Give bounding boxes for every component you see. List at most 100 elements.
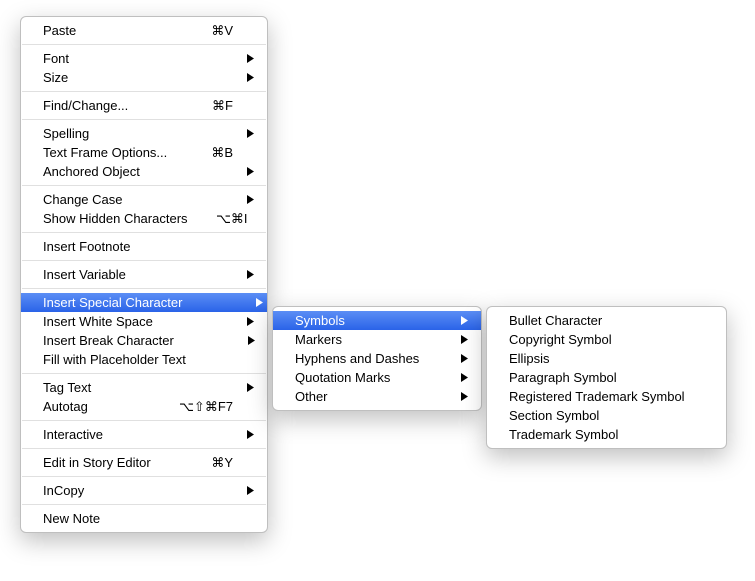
menu-item-paste[interactable]: Paste ⌘V — [21, 21, 267, 40]
submenu-insert-special-character: Symbols Markers Hyphens and Dashes Quota… — [272, 306, 482, 411]
menu-item-interactive[interactable]: Interactive — [21, 425, 267, 444]
menu-item-bullet-character[interactable]: Bullet Character — [487, 311, 726, 330]
submenu-arrow-icon — [256, 298, 263, 307]
menu-item-shortcut: ⌥⌘I — [208, 211, 248, 227]
menu-item-label: Show Hidden Characters — [43, 211, 188, 226]
menu-item-label: Symbols — [295, 313, 447, 328]
submenu-arrow-icon — [247, 195, 257, 204]
menu-item-anchored-object[interactable]: Anchored Object — [21, 162, 267, 181]
separator — [22, 476, 266, 477]
menu-item-insert-break-character[interactable]: Insert Break Character — [21, 331, 267, 350]
menu-item-label: Size — [43, 70, 173, 85]
menu-item-shortcut: ⌘F — [193, 98, 233, 114]
submenu-arrow-icon — [247, 54, 257, 63]
submenu-arrow-icon — [247, 73, 257, 82]
menu-item-label: Interactive — [43, 427, 173, 442]
menu-item-label: Bullet Character — [509, 313, 716, 328]
menu-item-label: Paragraph Symbol — [509, 370, 716, 385]
separator — [22, 260, 266, 261]
menu-item-label: Find/Change... — [43, 98, 173, 113]
separator — [22, 232, 266, 233]
menu-item-label: Insert Break Character — [43, 333, 174, 348]
menu-item-edit-in-story-editor[interactable]: Edit in Story Editor ⌘Y — [21, 453, 267, 472]
menu-item-insert-white-space[interactable]: Insert White Space — [21, 312, 267, 331]
submenu-arrow-icon — [247, 270, 257, 279]
menu-item-hyphens-dashes[interactable]: Hyphens and Dashes — [273, 349, 481, 368]
separator — [22, 373, 266, 374]
menu-item-autotag[interactable]: Autotag ⌥⇧⌘F7 — [21, 397, 267, 416]
menu-item-new-note[interactable]: New Note — [21, 509, 267, 528]
menu-item-label: Font — [43, 51, 173, 66]
menu-item-label: Fill with Placeholder Text — [43, 352, 186, 367]
menu-item-shortcut: ⌥⇧⌘F7 — [179, 399, 233, 415]
menu-item-label: Other — [295, 389, 447, 404]
menu-item-label: Change Case — [43, 192, 173, 207]
separator — [22, 119, 266, 120]
menu-item-label: Paste — [43, 23, 173, 38]
menu-item-section-symbol[interactable]: Section Symbol — [487, 406, 726, 425]
menu-item-label: Text Frame Options... — [43, 145, 173, 160]
submenu-arrow-icon — [461, 335, 471, 344]
menu-item-label: Copyright Symbol — [509, 332, 716, 347]
menu-item-label: Quotation Marks — [295, 370, 447, 385]
separator — [22, 91, 266, 92]
menu-item-copyright-symbol[interactable]: Copyright Symbol — [487, 330, 726, 349]
menu-item-text-frame-options[interactable]: Text Frame Options... ⌘B — [21, 143, 267, 162]
menu-item-label: Registered Trademark Symbol — [509, 389, 716, 404]
menu-item-label: Insert White Space — [43, 314, 173, 329]
menu-item-trademark-symbol[interactable]: Trademark Symbol — [487, 425, 726, 444]
menu-item-incopy[interactable]: InCopy — [21, 481, 267, 500]
menu-item-label: Markers — [295, 332, 447, 347]
submenu-arrow-icon — [461, 316, 471, 325]
submenu-arrow-icon — [461, 354, 471, 363]
menu-item-spelling[interactable]: Spelling — [21, 124, 267, 143]
menu-item-show-hidden-characters[interactable]: Show Hidden Characters ⌥⌘I — [21, 209, 267, 228]
submenu-arrow-icon — [247, 129, 257, 138]
menu-item-label: InCopy — [43, 483, 173, 498]
menu-item-label: Tag Text — [43, 380, 173, 395]
submenu-arrow-icon — [247, 486, 257, 495]
menu-item-registered-trademark-symbol[interactable]: Registered Trademark Symbol — [487, 387, 726, 406]
submenu-arrow-icon — [247, 430, 257, 439]
menu-item-shortcut: ⌘V — [193, 23, 233, 39]
submenu-arrow-icon — [461, 392, 471, 401]
separator — [22, 448, 266, 449]
separator — [22, 44, 266, 45]
menu-item-label: New Note — [43, 511, 173, 526]
menu-item-ellipsis[interactable]: Ellipsis — [487, 349, 726, 368]
menu-item-shortcut: ⌘B — [193, 145, 233, 161]
menu-item-label: Trademark Symbol — [509, 427, 716, 442]
separator — [22, 185, 266, 186]
menu-item-label: Edit in Story Editor — [43, 455, 173, 470]
menu-item-fill-placeholder[interactable]: Fill with Placeholder Text — [21, 350, 267, 369]
menu-item-symbols[interactable]: Symbols — [273, 311, 481, 330]
menu-item-label: Autotag — [43, 399, 159, 414]
menu-item-label: Hyphens and Dashes — [295, 351, 447, 366]
menu-item-find-change[interactable]: Find/Change... ⌘F — [21, 96, 267, 115]
menu-item-label: Insert Footnote — [43, 239, 173, 254]
menu-item-tag-text[interactable]: Tag Text — [21, 378, 267, 397]
menu-item-size[interactable]: Size — [21, 68, 267, 87]
menu-item-quotation-marks[interactable]: Quotation Marks — [273, 368, 481, 387]
menu-item-label: Insert Special Character — [43, 295, 182, 310]
menu-item-paragraph-symbol[interactable]: Paragraph Symbol — [487, 368, 726, 387]
menu-item-label: Anchored Object — [43, 164, 173, 179]
menu-item-other[interactable]: Other — [273, 387, 481, 406]
context-menu: Paste ⌘V Font Size Find/Change... ⌘F Spe… — [20, 16, 268, 533]
submenu-arrow-icon — [247, 383, 257, 392]
menu-item-label: Ellipsis — [509, 351, 716, 366]
separator — [22, 504, 266, 505]
submenu-arrow-icon — [247, 317, 257, 326]
submenu-symbols: Bullet Character Copyright Symbol Ellips… — [486, 306, 727, 449]
submenu-arrow-icon — [248, 336, 257, 345]
menu-item-markers[interactable]: Markers — [273, 330, 481, 349]
menu-item-insert-variable[interactable]: Insert Variable — [21, 265, 267, 284]
menu-item-label: Spelling — [43, 126, 173, 141]
submenu-arrow-icon — [247, 167, 257, 176]
menu-item-change-case[interactable]: Change Case — [21, 190, 267, 209]
menu-item-insert-footnote[interactable]: Insert Footnote — [21, 237, 267, 256]
menu-item-insert-special-character[interactable]: Insert Special Character — [21, 293, 267, 312]
menu-item-font[interactable]: Font — [21, 49, 267, 68]
separator — [22, 420, 266, 421]
menu-item-label: Insert Variable — [43, 267, 173, 282]
